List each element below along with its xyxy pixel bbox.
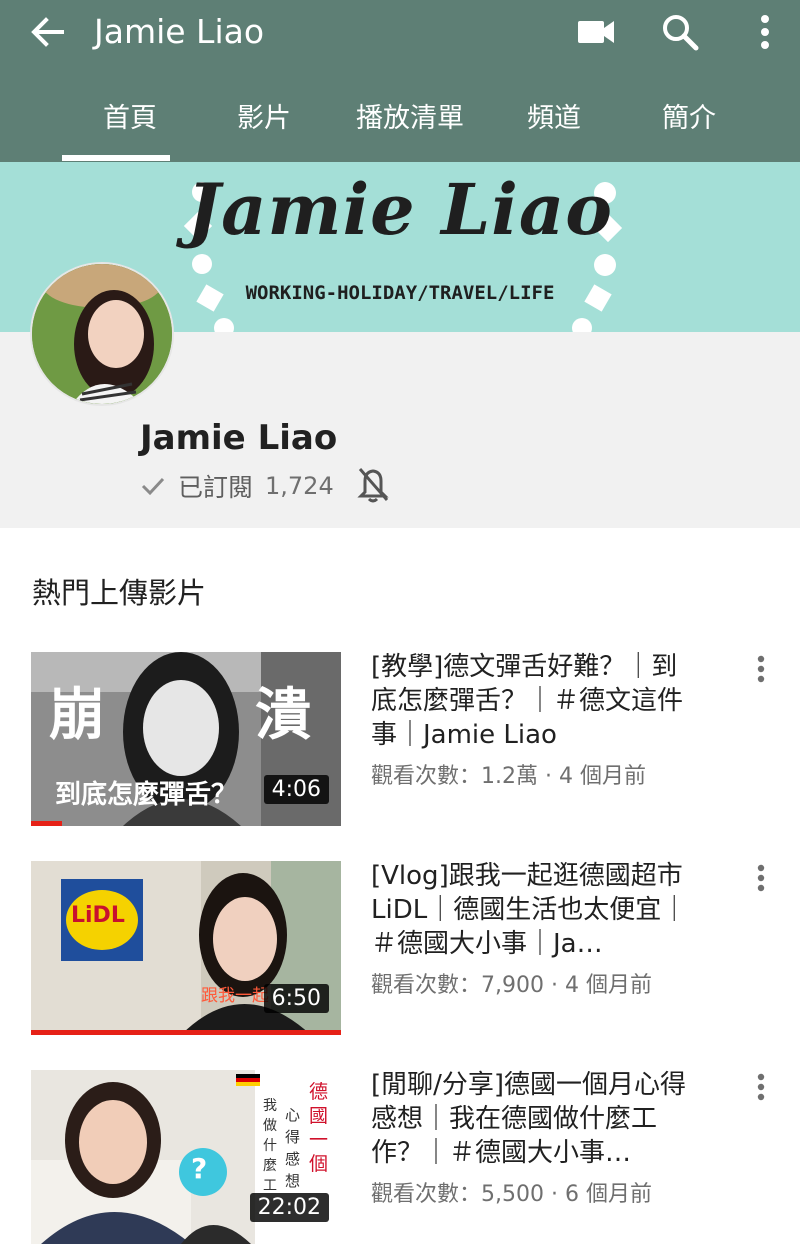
thumbnail-caption: 跟我一起: [201, 986, 269, 1006]
video-duration: 6:50: [263, 984, 329, 1013]
video-more-button[interactable]: [746, 652, 776, 686]
thumbnail-text-col3: 我做什麼工: [263, 1098, 277, 1194]
back-button[interactable]: [28, 12, 68, 52]
video-thumbnail[interactable]: 崩 潰 到底怎麼彈舌？ 4:06: [31, 652, 341, 826]
video-title[interactable]: [教學]德文彈舌好難？｜到底怎麼彈舌？｜＃德文這件事｜Jamie Liao: [371, 650, 701, 752]
video-more-button[interactable]: [746, 1070, 776, 1104]
tab-channels[interactable]: 頻道: [508, 92, 600, 162]
app-bar: Jamie Liao 首頁 影片 播放清單 頻道 簡介: [0, 0, 800, 162]
tab-videos[interactable]: 影片: [218, 92, 310, 162]
video-thumbnail[interactable]: ? 德國一個 心得感想 我做什麼工 22:02: [31, 1070, 341, 1244]
video-meta: 觀看次數：1.2萬 · 4 個月前: [371, 764, 646, 789]
camera-button[interactable]: [574, 10, 618, 54]
video-meta: 觀看次數：5,500 · 6 個月前: [371, 1182, 652, 1207]
channel-avatar[interactable]: [30, 262, 174, 406]
thumbnail-text-left: 崩: [49, 683, 105, 748]
arrow-back-icon: [31, 17, 64, 47]
tab-about[interactable]: 簡介: [643, 92, 735, 162]
search-button[interactable]: [658, 10, 702, 54]
video-more-button[interactable]: [746, 861, 776, 895]
channel-title: Jamie Liao: [94, 12, 265, 51]
bell-off-icon: [357, 468, 389, 503]
search-icon: [663, 15, 699, 51]
tab-playlists[interactable]: 播放清單: [345, 92, 475, 162]
video-thumbnail[interactable]: LiDL 跟我一起 6:50: [31, 861, 341, 1035]
subscription-row: 已訂閱 1,724: [140, 466, 390, 506]
thumbnail-text-col1: 德國一個: [309, 1081, 329, 1175]
banner-title: Jamie Liao: [187, 168, 613, 251]
banner-dot: [594, 254, 616, 276]
more-vert-icon: [757, 1073, 765, 1101]
subscribed-button[interactable]: 已訂閱: [178, 468, 253, 504]
selected-tab-indicator: [62, 155, 170, 161]
video-meta: 觀看次數：7,900 · 4 個月前: [371, 973, 652, 998]
thumbnail-text-col2: 心得感想: [285, 1106, 301, 1190]
check-icon: [141, 477, 165, 496]
avatar-image: [32, 264, 172, 404]
banner-dot: [214, 318, 234, 332]
more-vert-icon: [757, 655, 765, 683]
subscriber-count: 1,724: [265, 472, 334, 500]
tab-home[interactable]: 首頁: [62, 92, 198, 162]
video-item[interactable]: LiDL 跟我一起 6:50 [Vlog]跟我一起逛德國超市LiDL｜德國生活也…: [0, 861, 800, 1037]
banner-dot: [572, 318, 592, 332]
video-title[interactable]: [Vlog]跟我一起逛德國超市LiDL｜德國生活也太便宜｜＃德國大小事｜Ja…: [371, 859, 701, 961]
thumbnail-caption: 到底怎麼彈舌？: [55, 780, 238, 810]
channel-tabs: 首頁 影片 播放清單 頻道 簡介: [0, 92, 800, 162]
watch-progress: [31, 821, 62, 826]
more-vert-icon: [761, 15, 769, 49]
thumbnail-text-right: 潰: [255, 683, 311, 748]
video-duration: 22:02: [249, 1193, 329, 1222]
more-options-button[interactable]: [743, 10, 787, 54]
watch-progress: [31, 1030, 341, 1035]
video-item[interactable]: 崩 潰 到底怎麼彈舌？ 4:06 [教學]德文彈舌好難？｜到底怎麼彈舌？｜＃德文…: [0, 652, 800, 828]
video-duration: 4:06: [263, 775, 329, 804]
video-camera-icon: [578, 21, 614, 43]
banner-dot: [192, 254, 212, 274]
channel-name: Jamie Liao: [140, 418, 338, 458]
thumbnail-badge: ?: [191, 1152, 208, 1185]
video-item[interactable]: ? 德國一個 心得感想 我做什麼工 22:02 [閒聊/分享]德國一個月心得感想…: [0, 1070, 800, 1246]
more-vert-icon: [757, 864, 765, 892]
thumbnail-logo-text: LiDL: [71, 903, 125, 928]
section-title: 熱門上傳影片: [32, 576, 207, 610]
notification-button[interactable]: [356, 465, 390, 507]
video-title[interactable]: [閒聊/分享]德國一個月心得感想｜我在德國做什麼工作？｜＃德國大小事…: [371, 1068, 701, 1170]
